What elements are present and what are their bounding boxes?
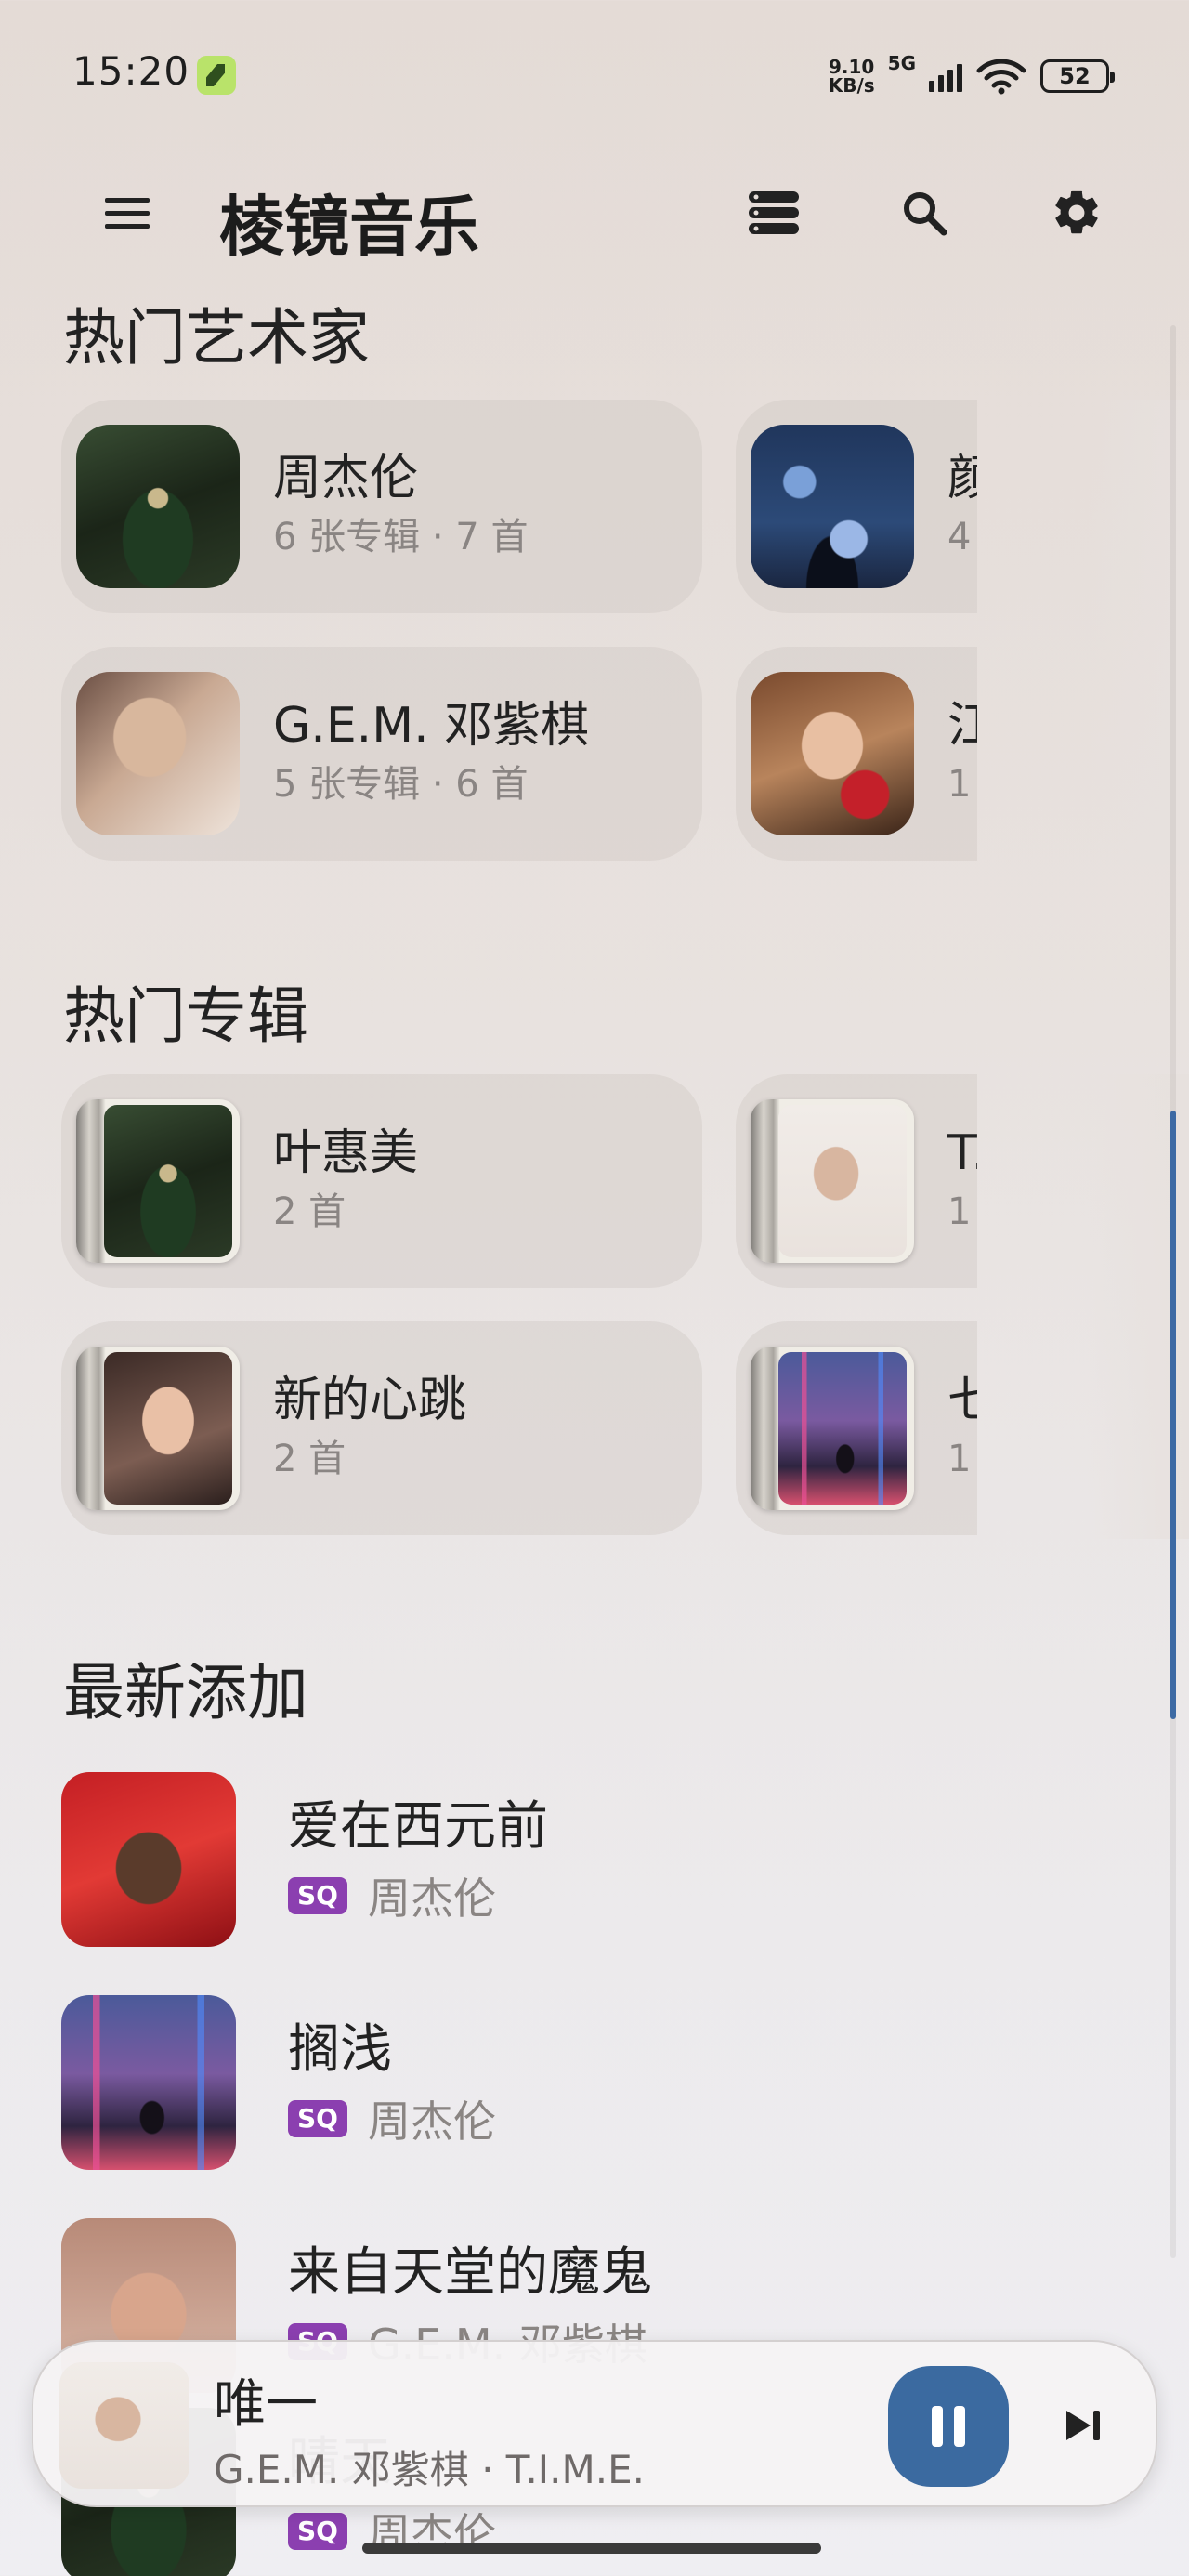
network-speed-value: 9.10	[829, 56, 875, 78]
artist-avatar	[751, 425, 914, 588]
artist-card[interactable]: 颜人中 4 张专辑 ·	[736, 400, 977, 613]
recently-added-heading: 最新添加	[63, 1657, 308, 1728]
artist-name: 江语晨	[947, 698, 977, 754]
song-artist: 周杰伦	[367, 2096, 496, 2147]
status-indicators: 9.10 KB/s 5G 52	[829, 48, 1115, 104]
network-speed-unit: KB/s	[828, 74, 875, 97]
album-stats: 2 首	[273, 1190, 346, 1233]
album-name: 七里香	[947, 1373, 977, 1428]
album-card[interactable]: 叶惠美 2 首	[61, 1074, 702, 1288]
album-stats: 2 首	[273, 1438, 346, 1480]
status-time: 15:20	[72, 48, 190, 94]
song-title: 来自天堂的魔鬼	[288, 2242, 652, 2303]
album-cover	[751, 1347, 914, 1510]
artist-stats: 6 张专辑 · 7 首	[273, 516, 529, 559]
network-type: 5G	[887, 52, 916, 74]
now-playing-title: 唯一	[214, 2374, 318, 2435]
library-button[interactable]	[732, 171, 816, 255]
settings-button[interactable]	[1035, 171, 1118, 255]
album-cover	[751, 1099, 914, 1263]
album-cover	[76, 1099, 240, 1263]
app-title: 棱镜音乐	[219, 189, 479, 265]
quality-badge: SQ	[288, 2100, 347, 2137]
album-name: 新的心跳	[273, 1373, 467, 1428]
song-row[interactable]: 搁浅 SQ 周杰伦	[61, 1994, 1120, 2171]
network-speed: 9.10 KB/s	[829, 58, 875, 95]
album-name: 叶惠美	[273, 1125, 419, 1181]
battery-icon: 52	[1040, 59, 1115, 93]
now-playing-cover	[59, 2362, 189, 2489]
next-button[interactable]	[1046, 2388, 1120, 2463]
battery-level: 52	[1059, 63, 1091, 89]
artist-name: 颜人中	[947, 451, 977, 506]
app-bar: 棱镜音乐	[0, 158, 1189, 269]
notification-app-icon	[197, 56, 236, 95]
gear-icon	[1055, 190, 1098, 234]
artist-name: G.E.M. 邓紫棋	[273, 698, 590, 754]
album-card[interactable]: 新的心跳 2 首	[61, 1321, 702, 1535]
song-title: 爱在西元前	[288, 1796, 548, 1857]
artist-card[interactable]: G.E.M. 邓紫棋 5 张专辑 · 6 首	[61, 647, 702, 861]
song-cover	[61, 1995, 236, 2170]
pause-button[interactable]	[888, 2366, 1009, 2487]
hot-artists-heading: 热门艺术家	[63, 302, 370, 374]
song-artist: 周杰伦	[367, 1873, 496, 1924]
artist-card[interactable]: 江语晨 1 张专辑 ·	[736, 647, 977, 861]
pause-icon	[932, 2406, 965, 2447]
artist-stats: 4 张专辑 ·	[947, 516, 977, 559]
artist-name: 周杰伦	[273, 451, 419, 506]
artist-avatar	[76, 672, 240, 835]
hot-albums-heading: 热门专辑	[63, 980, 308, 1052]
home-indicator[interactable]	[362, 2543, 821, 2554]
menu-icon	[105, 198, 150, 229]
artist-avatar	[751, 672, 914, 835]
album-card[interactable]: T.I.M.E. 1 首	[736, 1074, 977, 1288]
artist-card[interactable]: 周杰伦 6 张专辑 · 7 首	[61, 400, 702, 613]
album-stats: 1 首	[947, 1438, 977, 1480]
quality-badge: SQ	[288, 1877, 347, 1914]
album-stats: 1 首	[947, 1190, 977, 1233]
search-icon	[904, 192, 947, 236]
skip-next-icon	[1066, 2411, 1100, 2440]
wifi-icon	[976, 59, 1026, 95]
album-card[interactable]: 七里香 1 首	[736, 1321, 977, 1535]
menu-button[interactable]	[85, 171, 169, 255]
scrollbar-thumb[interactable]	[1170, 1111, 1176, 1719]
artist-avatar	[76, 425, 240, 588]
search-button[interactable]	[882, 171, 966, 255]
signal-icon	[929, 60, 962, 92]
artist-stats: 1 张专辑 ·	[947, 763, 977, 806]
album-name: T.I.M.E.	[947, 1125, 977, 1181]
song-cover	[61, 1772, 236, 1947]
now-playing-subtitle: G.E.M. 邓紫棋 · T.I.M.E.	[214, 2447, 646, 2492]
artist-stats: 5 张专辑 · 6 首	[273, 763, 529, 806]
album-cover	[76, 1347, 240, 1510]
song-title: 搁浅	[288, 2019, 392, 2080]
stack-icon	[749, 191, 799, 234]
status-bar: 15:20 9.10 KB/s 5G 52	[0, 0, 1189, 149]
song-row[interactable]: 爱在西元前 SQ 周杰伦	[61, 1771, 1120, 1948]
mini-player[interactable]: 唯一 G.E.M. 邓紫棋 · T.I.M.E.	[32, 2340, 1157, 2507]
quality-badge: SQ	[288, 2513, 347, 2550]
